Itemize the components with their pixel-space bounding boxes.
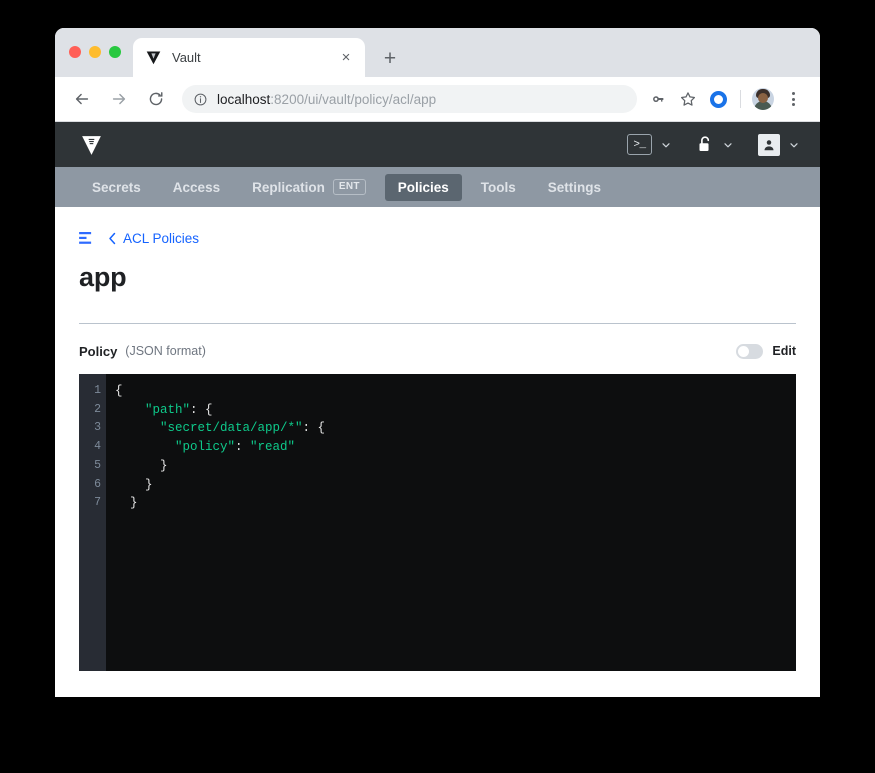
toolbar-divider — [740, 90, 741, 108]
traffic-lights — [69, 46, 121, 58]
code-line: "secret/data/app/*": { — [115, 419, 796, 438]
browser-window: Vault × + localhost:8200/ui/vault/policy… — [55, 28, 820, 697]
zoom-window-button[interactable] — [109, 46, 121, 58]
nav-tab-label: Secrets — [92, 179, 141, 195]
user-menu[interactable] — [758, 133, 800, 156]
nav-tab-label: Access — [172, 179, 221, 195]
address-bar-url: localhost:8200/ui/vault/policy/acl/app — [217, 92, 436, 107]
code-token-punc: { — [115, 384, 123, 398]
code-token-str: "path" — [145, 402, 191, 417]
line-number: 7 — [94, 496, 101, 510]
breadcrumb-label: ACL Policies — [123, 230, 200, 246]
code-token-str: "policy" — [175, 440, 236, 455]
vault-logo-icon[interactable] — [79, 132, 104, 157]
vault-logo-icon — [146, 51, 161, 65]
list-menu-icon[interactable] — [79, 232, 94, 244]
key-icon[interactable] — [643, 85, 673, 113]
page-title: app — [79, 262, 127, 292]
breadcrumb: ACL Policies — [79, 207, 796, 247]
code-token-punc: } — [145, 477, 153, 492]
nav-tab-settings[interactable]: Settings — [535, 174, 614, 201]
vault-header-actions: >_ — [627, 133, 800, 156]
nav-tab-label: Replication — [252, 179, 325, 195]
edit-toggle[interactable] — [736, 343, 764, 359]
breadcrumb-link-acl-policies[interactable]: ACL Policies — [108, 231, 199, 246]
edit-toggle-group[interactable]: Edit — [736, 343, 796, 359]
code-token-punc: : — [235, 440, 251, 455]
seal-status-menu[interactable] — [696, 135, 734, 154]
avatar — [752, 88, 774, 110]
line-number: 3 — [94, 421, 101, 435]
policy-section-header: Policy (JSON format) Edit — [79, 340, 796, 362]
policy-detail-page: ACL Policies app Policy (JSON format) Ed… — [55, 207, 820, 697]
code-line: } — [115, 494, 796, 513]
nav-tab-replication[interactable]: Replication ENT — [239, 173, 379, 201]
star-icon[interactable] — [673, 85, 703, 113]
code-line: "path": { — [115, 401, 796, 420]
forward-arrow-icon[interactable] — [106, 86, 132, 112]
address-bar[interactable]: localhost:8200/ui/vault/policy/acl/app — [182, 85, 637, 113]
console-toggle[interactable]: >_ — [627, 134, 672, 155]
line-number: 4 — [94, 440, 101, 454]
code-token-punc: : { — [190, 402, 213, 417]
enterprise-badge: ENT — [332, 179, 366, 195]
section-divider — [79, 323, 796, 324]
chevron-down-icon — [788, 139, 800, 151]
line-number: 1 — [94, 384, 101, 397]
back-arrow-icon[interactable] — [69, 86, 95, 112]
reload-icon[interactable] — [143, 86, 169, 112]
extension-icon[interactable] — [703, 85, 733, 113]
policy-format-note: (JSON format) — [125, 344, 206, 358]
policy-code-editor[interactable]: 1234567 { "path": { "secret/data/app/*":… — [79, 374, 796, 671]
nav-tab-secrets[interactable]: Secrets — [79, 174, 154, 201]
chevron-left-icon — [108, 232, 117, 245]
line-number: 2 — [94, 402, 101, 416]
browser-tab-vault[interactable]: Vault × — [133, 38, 365, 77]
code-line: } — [115, 476, 796, 495]
code-token-str: "secret/data/app/*" — [160, 421, 303, 436]
nav-tab-label: Tools — [480, 179, 516, 195]
nav-tab-access[interactable]: Access — [160, 174, 233, 201]
nav-tab-label: Policies — [397, 179, 449, 195]
tab-title: Vault — [172, 50, 201, 65]
code-line: "policy": "read" — [115, 438, 796, 457]
policy-label: Policy — [79, 343, 118, 359]
line-number: 6 — [94, 477, 101, 491]
edit-toggle-label: Edit — [772, 344, 796, 358]
new-tab-button[interactable]: + — [378, 46, 402, 70]
nav-tab-label: Settings — [547, 179, 602, 195]
code-line: { — [115, 382, 796, 401]
chevron-down-icon — [722, 139, 734, 151]
minimize-window-button[interactable] — [89, 46, 101, 58]
kebab-menu-icon[interactable] — [778, 85, 808, 113]
vault-nav-tabs: Secrets Access Replication ENT Policies … — [55, 167, 820, 207]
profile-avatar[interactable] — [748, 85, 778, 113]
code-token-punc: } — [130, 496, 138, 511]
unlocked-padlock-icon — [696, 135, 714, 154]
close-window-button[interactable] — [69, 46, 81, 58]
user-icon — [758, 133, 780, 156]
code-token-punc: : { — [302, 421, 326, 436]
line-number: 5 — [94, 458, 101, 472]
chevron-down-icon — [660, 139, 672, 151]
vault-app-header: >_ — [55, 122, 820, 167]
url-path: :8200/ui/vault/policy/acl/app — [270, 91, 437, 107]
editor-line-numbers: 1 2 3 4 5 6 7 — [79, 374, 106, 671]
info-circle-icon[interactable] — [193, 92, 208, 107]
code-line: } — [115, 457, 796, 476]
code-token-punc: } — [160, 458, 168, 473]
tab-strip: Vault × + — [55, 28, 820, 77]
close-tab-button[interactable]: × — [337, 49, 355, 67]
browser-toolbar: localhost:8200/ui/vault/policy/acl/app — [55, 77, 820, 122]
console-icon: >_ — [627, 134, 652, 155]
nav-tab-policies[interactable]: Policies — [384, 173, 462, 201]
editor-code-content[interactable]: { "path": { "secret/data/app/*": { "poli… — [106, 374, 796, 671]
toolbar-actions — [643, 85, 808, 113]
code-token-str: "read" — [250, 440, 296, 455]
url-host: localhost — [217, 91, 271, 107]
nav-tab-tools[interactable]: Tools — [468, 174, 529, 201]
